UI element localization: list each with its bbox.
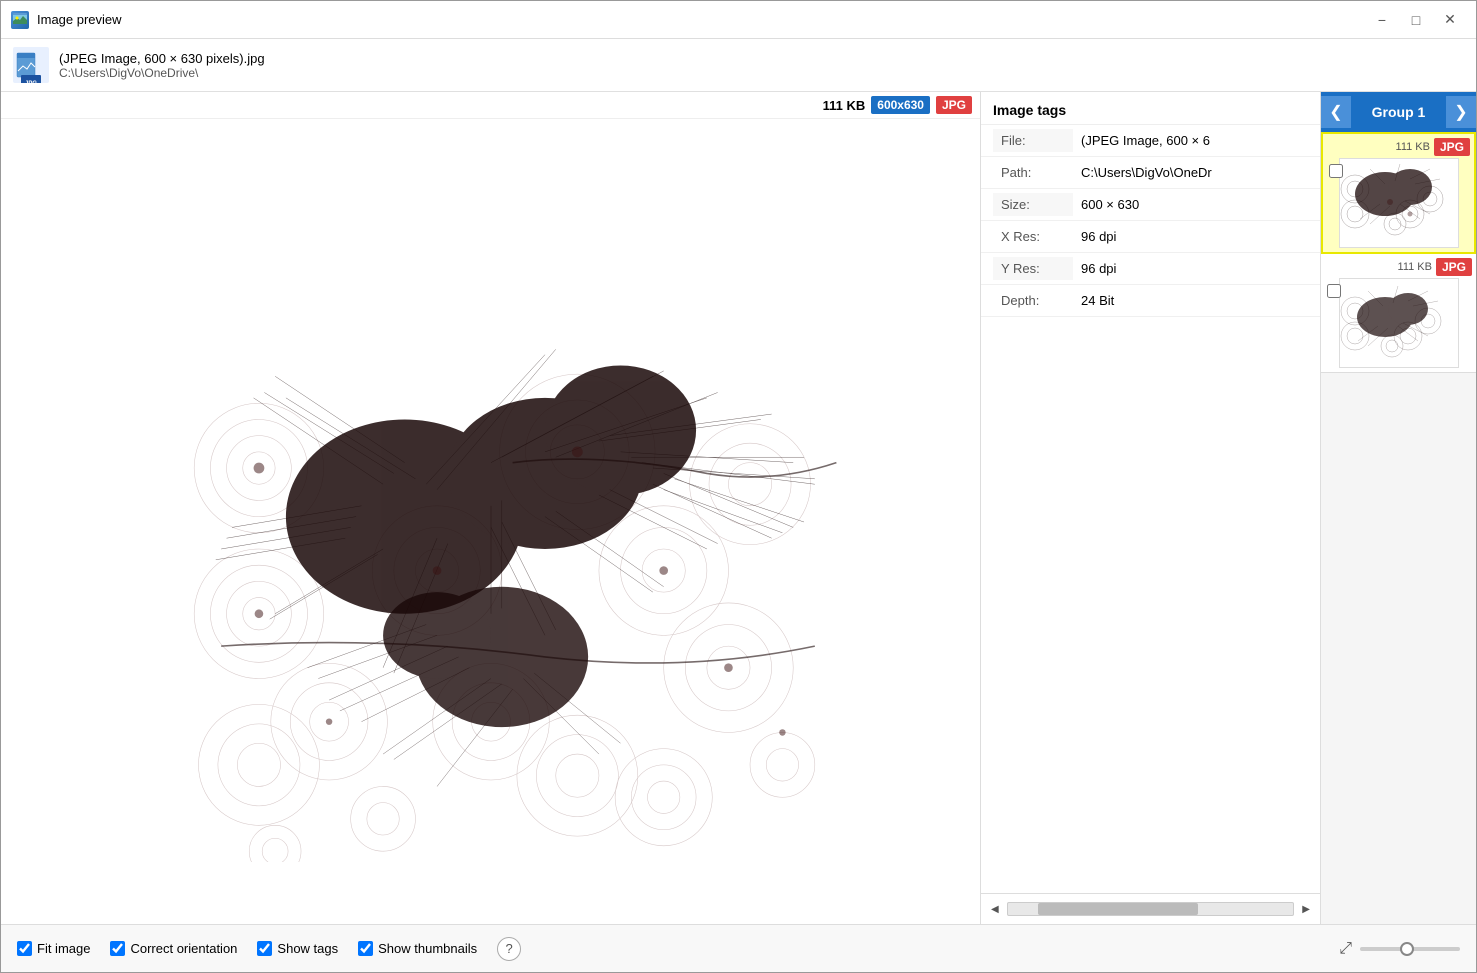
show-tags-check[interactable]: Show tags <box>257 941 338 956</box>
thumb-image-1 <box>1339 158 1459 248</box>
tag-value-size: 600 × 630 <box>1073 193 1308 216</box>
correct-orientation-checkbox[interactable] <box>110 941 125 956</box>
thumb-format-badge-1: JPG <box>1434 138 1470 156</box>
tag-label-xres: X Res: <box>993 225 1073 248</box>
show-tags-label[interactable]: Show tags <box>277 941 338 956</box>
dimensions-badge: 600x630 <box>871 96 930 114</box>
tag-value-file: (JPEG Image, 600 × 6 <box>1073 129 1308 152</box>
group-nav-label: Group 1 <box>1351 104 1446 120</box>
bottom-bar: Fit image Correct orientation Show tags … <box>1 924 1476 972</box>
show-thumbnails-check[interactable]: Show thumbnails <box>358 941 477 956</box>
tag-row-yres: Y Res: 96 dpi <box>981 253 1320 285</box>
image-meta-top: 111 KB 600x630 JPG <box>1 92 980 119</box>
horizontal-scrollbar-container: ◀ ▶ <box>981 893 1320 924</box>
file-size-label: 111 KB <box>823 98 866 113</box>
help-button[interactable]: ? <box>497 937 521 961</box>
tag-row-path: Path: C:\Users\DigVo\OneDr <box>981 157 1320 189</box>
tags-panel: Image tags File: (JPEG Image, 600 × 6 Pa… <box>981 92 1321 924</box>
thumb-format-badge-2: JPG <box>1436 258 1472 276</box>
thumb-meta-1: 111 KB JPG <box>1327 138 1470 156</box>
group-next-button[interactable]: ❯ <box>1446 96 1476 128</box>
expand-icon[interactable]: ⤢ <box>1339 940 1352 958</box>
tag-value-yres: 96 dpi <box>1073 257 1308 280</box>
fit-image-label[interactable]: Fit image <box>37 941 90 956</box>
tag-label-size: Size: <box>993 193 1073 216</box>
title-bar-controls: − □ ✕ <box>1366 7 1466 33</box>
scroll-right-button[interactable]: ▶ <box>1298 904 1314 915</box>
tag-row-file: File: (JPEG Image, 600 × 6 <box>981 125 1320 157</box>
group-nav: ❮ Group 1 ❯ <box>1321 92 1476 132</box>
file-type-icon: JPG <box>13 47 49 83</box>
zoom-slider[interactable] <box>1360 947 1460 951</box>
title-bar: Image preview − □ ✕ <box>1 1 1476 39</box>
show-thumbnails-checkbox[interactable] <box>358 941 373 956</box>
show-tags-checkbox[interactable] <box>257 941 272 956</box>
zoom-area: ⤢ <box>1339 940 1460 958</box>
correct-orientation-check[interactable]: Correct orientation <box>110 941 237 956</box>
tag-label-path: Path: <box>993 161 1073 184</box>
thumb-size-1: 111 KB <box>1396 141 1430 153</box>
tag-label-depth: Depth: <box>993 289 1073 312</box>
correct-orientation-label[interactable]: Correct orientation <box>130 941 237 956</box>
thumb-size-2: 111 KB <box>1398 261 1432 273</box>
tag-value-path: C:\Users\DigVo\OneDr <box>1073 161 1308 184</box>
main-window: Image preview − □ ✕ JPG (JPEG Image, 600… <box>0 0 1477 973</box>
tag-value-xres: 96 dpi <box>1073 225 1308 248</box>
image-canvas[interactable] <box>1 119 980 924</box>
image-panel: 111 KB 600x630 JPG <box>1 92 981 924</box>
tag-rows: File: (JPEG Image, 600 × 6 Path: C:\User… <box>981 125 1320 317</box>
thumbnail-item-1[interactable]: 111 KB JPG <box>1321 132 1476 254</box>
tags-header: Image tags <box>981 92 1320 125</box>
app-icon <box>11 11 29 29</box>
tag-label-file: File: <box>993 129 1073 152</box>
tag-row-xres: X Res: 96 dpi <box>981 221 1320 253</box>
scroll-left-button[interactable]: ◀ <box>987 904 1003 915</box>
tag-row-size: Size: 600 × 630 <box>981 189 1320 221</box>
window-title: Image preview <box>37 12 122 27</box>
minimize-button[interactable]: − <box>1366 7 1398 33</box>
thumb-meta-2: 111 KB JPG <box>1325 258 1472 276</box>
scrollbar-thumb[interactable] <box>1038 903 1198 915</box>
tag-value-depth: 24 Bit <box>1073 289 1308 312</box>
thumb-image-2 <box>1339 278 1459 368</box>
main-area: 111 KB 600x630 JPG <box>1 92 1476 924</box>
horizontal-scrollbar[interactable] <box>1007 902 1295 916</box>
svg-text:JPG: JPG <box>25 81 37 83</box>
close-button[interactable]: ✕ <box>1434 7 1466 33</box>
show-thumbnails-label[interactable]: Show thumbnails <box>378 941 477 956</box>
tag-label-yres: Y Res: <box>993 257 1073 280</box>
file-name: (JPEG Image, 600 × 630 pixels).jpg <box>59 51 265 66</box>
fit-image-checkbox[interactable] <box>17 941 32 956</box>
fit-image-check[interactable]: Fit image <box>17 941 90 956</box>
file-info-bar: JPG (JPEG Image, 600 × 630 pixels).jpg C… <box>1 39 1476 92</box>
thumbnails-panel: ❮ Group 1 ❯ 111 KB JPG <box>1321 92 1476 924</box>
file-path: C:\Users\DigVo\OneDrive\ <box>59 66 265 80</box>
title-bar-left: Image preview <box>11 11 122 29</box>
file-name-block: (JPEG Image, 600 × 630 pixels).jpg C:\Us… <box>59 51 265 80</box>
group-prev-button[interactable]: ❮ <box>1321 96 1351 128</box>
tag-row-depth: Depth: 24 Bit <box>981 285 1320 317</box>
format-badge: JPG <box>936 96 972 114</box>
thumb-checkbox-1[interactable] <box>1329 164 1343 178</box>
thumbnail-item-2[interactable]: 111 KB JPG <box>1321 254 1476 373</box>
thumb-checkbox-2[interactable] <box>1327 284 1341 298</box>
zoom-slider-thumb[interactable] <box>1400 942 1414 956</box>
maximize-button[interactable]: □ <box>1400 7 1432 33</box>
